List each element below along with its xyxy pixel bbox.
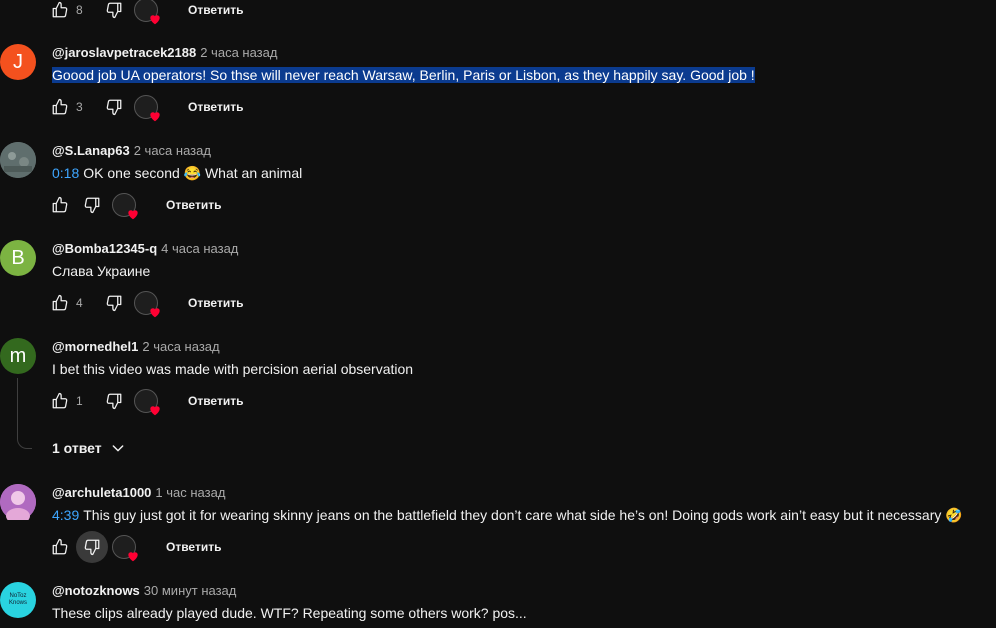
comment-actions: 1 Ответить (44, 385, 253, 417)
thumbs-up-icon (52, 1, 68, 18)
comment-text-selected: Goood job UA operators! So thse will nev… (52, 67, 755, 83)
comment-header: @jaroslavpetracek2188 2 часа назад (52, 45, 277, 60)
author-name[interactable]: @mornedhel1 (52, 339, 138, 354)
heart-icon (150, 406, 160, 416)
like-button[interactable] (44, 385, 76, 417)
thumbs-up-icon (52, 294, 68, 311)
heart-icon (128, 552, 138, 562)
creator-heart (134, 389, 160, 416)
comment-header: @S.Lanap63 2 часа назад (52, 143, 211, 158)
reply-button[interactable]: Ответить (156, 198, 231, 212)
comment-time[interactable]: 4 часа назад (161, 241, 238, 256)
comment-actions: 3 Ответить (44, 91, 253, 123)
author-name[interactable]: @notozknows (52, 583, 140, 598)
comment-header: @mornedhel1 2 часа назад (52, 339, 220, 354)
like-count: 1 (76, 394, 83, 408)
comment-actions: Ответить (44, 189, 231, 221)
avatar-photo (0, 142, 36, 178)
timestamp-link[interactable]: 4:39 (52, 507, 79, 523)
thumbs-down-icon (84, 539, 100, 556)
comment-text: Goood job UA operators! So thse will nev… (52, 67, 755, 83)
avatar-letter: J (13, 50, 23, 73)
reply-button[interactable]: Ответить (156, 540, 231, 554)
comment-time[interactable]: 30 минут назад (144, 583, 237, 598)
thumbs-down-icon (106, 295, 122, 312)
like-button[interactable] (44, 0, 76, 26)
dislike-button[interactable] (98, 287, 130, 319)
author-name[interactable]: @jaroslavpetracek2188 (52, 45, 196, 60)
creator-heart (112, 193, 138, 220)
comment-time[interactable]: 1 час назад (155, 485, 225, 500)
avatar[interactable] (0, 142, 36, 178)
dislike-button[interactable] (98, 385, 130, 417)
chevron-down-icon (112, 445, 124, 452)
thumbs-up-icon (52, 538, 68, 555)
author-name[interactable]: @Bomba12345-q (52, 241, 157, 256)
author-name[interactable]: @archuleta1000 (52, 485, 151, 500)
like-count: 4 (76, 296, 83, 310)
creator-heart (112, 535, 138, 562)
avatar[interactable]: m (0, 338, 36, 374)
comment-header: @archuleta1000 1 час назад (52, 485, 225, 500)
like-button[interactable] (44, 287, 76, 319)
comment-text: 0:18 OK one second 😂 What an animal (52, 165, 302, 182)
comment-header: @notozknows 30 минут назад (52, 583, 236, 598)
avatar[interactable]: B (0, 240, 36, 276)
heart-icon (128, 210, 138, 220)
comment-text: I bet this video was made with percision… (52, 361, 414, 377)
avatar-letter: B (11, 246, 25, 269)
thumbs-down-icon (106, 2, 122, 19)
dislike-button[interactable] (76, 531, 108, 563)
like-count: 3 (76, 100, 83, 114)
comment-actions: 4 Ответить (44, 287, 253, 319)
heart-icon (150, 112, 160, 122)
like-count: 8 (76, 3, 83, 17)
reply-button[interactable]: Ответить (178, 3, 253, 17)
creator-heart (134, 291, 160, 318)
thumbs-up-icon (52, 392, 68, 409)
reply-button[interactable]: Ответить (178, 100, 253, 114)
comment-header: @Bomba12345-q 4 часа назад (52, 241, 238, 256)
replies-count: 1 ответ (52, 440, 102, 456)
comment-time[interactable]: 2 часа назад (142, 339, 219, 354)
avatar-letter: m (9, 344, 27, 367)
comment-actions: 8 Ответить (44, 0, 253, 26)
comment-text: 4:39 This guy just got it for wearing ski… (52, 507, 963, 524)
timestamp-link[interactable]: 0:18 (52, 165, 79, 181)
thumbs-down-icon (106, 393, 122, 410)
thread-connector (17, 378, 32, 449)
like-button[interactable] (44, 531, 76, 563)
reply-button[interactable]: Ответить (178, 296, 253, 310)
creator-heart (134, 95, 160, 122)
thumbs-up-icon (52, 196, 68, 213)
creator-heart (134, 0, 160, 25)
avatar[interactable]: J (0, 44, 36, 80)
comment-body: OK one second 😂 What an animal (83, 165, 303, 181)
comment-time[interactable]: 2 часа назад (134, 143, 211, 158)
comment-body: This guy just got it for wearing skinny … (83, 507, 963, 523)
comment-time[interactable]: 2 часа назад (200, 45, 277, 60)
avatar[interactable]: NoToz Knows (0, 582, 36, 618)
dislike-button[interactable] (98, 91, 130, 123)
heart-icon (150, 15, 160, 25)
comment-text: These clips already played dude. WTF? Re… (52, 605, 527, 621)
show-replies-button[interactable]: 1 ответ (52, 440, 126, 456)
thumbs-down-icon (84, 197, 100, 214)
comment-actions: Ответить (44, 531, 231, 563)
avatar[interactable] (0, 484, 36, 520)
thumbs-up-icon (52, 98, 68, 115)
like-button[interactable] (44, 189, 76, 221)
avatar-photo (0, 484, 36, 520)
thumbs-down-icon (106, 99, 122, 116)
heart-icon (150, 308, 160, 318)
dislike-button[interactable] (76, 189, 108, 221)
dislike-button[interactable] (98, 0, 130, 26)
reply-button[interactable]: Ответить (178, 394, 253, 408)
author-name[interactable]: @S.Lanap63 (52, 143, 130, 158)
like-button[interactable] (44, 91, 76, 123)
comment-text: Слава Украине (52, 263, 151, 279)
avatar-logo: NoToz Knows (8, 593, 27, 606)
